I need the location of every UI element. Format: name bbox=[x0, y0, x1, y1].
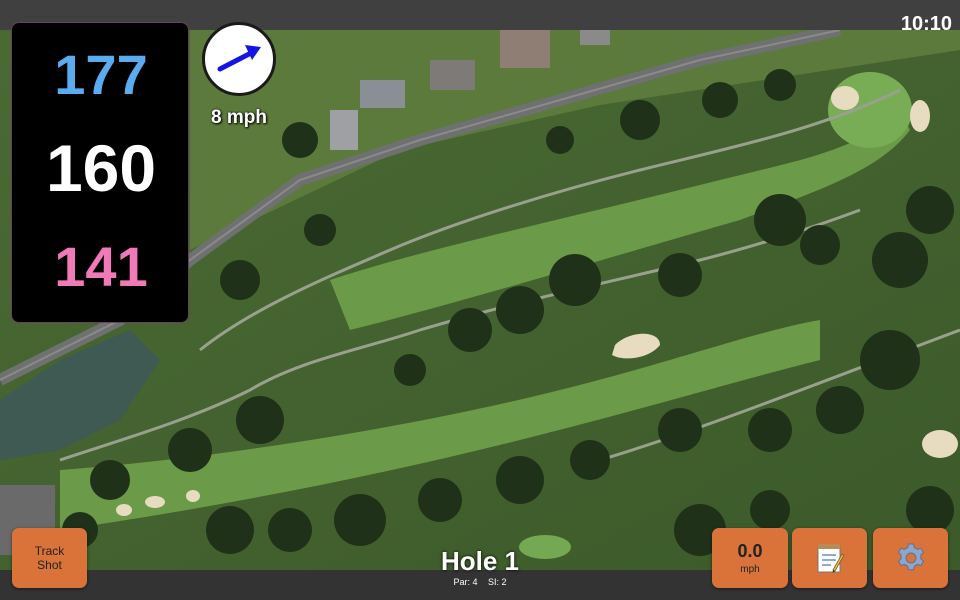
middle-distance: 160 bbox=[45, 131, 157, 205]
notepad-icon bbox=[817, 544, 845, 573]
back-distance: 177 bbox=[54, 43, 148, 106]
hole-title: Hole 1 bbox=[440, 546, 520, 576]
hole-details: Par: 4 SI: 2 bbox=[380, 577, 580, 587]
gear-icon bbox=[897, 543, 924, 571]
speed-value: 0.0 bbox=[737, 541, 763, 561]
wind-speed: 8 mph bbox=[211, 107, 267, 128]
wind-direction-dial bbox=[202, 22, 276, 96]
speed-button[interactable]: 0.0 mph bbox=[712, 528, 788, 588]
par-label: Par: 4 bbox=[453, 577, 478, 587]
settings-button[interactable] bbox=[873, 528, 948, 588]
wind-arrow-icon bbox=[217, 45, 261, 72]
track-shot-label: Track Shot bbox=[34, 544, 65, 572]
speed-unit: mph bbox=[740, 564, 760, 575]
notes-button[interactable] bbox=[792, 528, 867, 588]
stroke-index-label: SI: 2 bbox=[488, 577, 507, 587]
track-shot-button[interactable]: Track Shot bbox=[12, 528, 87, 588]
distance-panel: 177 160 141 bbox=[11, 22, 189, 323]
front-distance: 141 bbox=[54, 235, 148, 298]
